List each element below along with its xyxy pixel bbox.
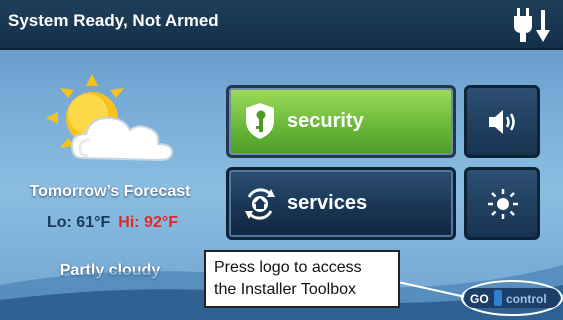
power-plug-arrow-icon: [514, 8, 550, 42]
brightness-sun-icon: [488, 189, 518, 219]
services-button-label: services: [287, 192, 368, 214]
temperature-range: Lo: 61°F Hi: 92°F: [10, 214, 215, 232]
panel-screen: System Ready, Not Armed Tomorrow’s Forec…: [0, 0, 563, 320]
status-bar: System Ready, Not Armed: [0, 0, 563, 50]
security-button-label: security: [287, 110, 364, 132]
low-temp: Lo: 61°F: [46, 214, 111, 231]
system-status: System Ready, Not Armed: [8, 11, 219, 30]
logo-text-go: GO: [470, 292, 489, 306]
security-button[interactable]: security: [226, 85, 456, 158]
shield-key-icon: [246, 103, 274, 139]
callout-line-2: the Installer Toolbox: [214, 281, 357, 298]
gocontrol-logo[interactable]: GO control: [464, 285, 560, 311]
services-button[interactable]: services: [226, 167, 456, 240]
logo-text-control: control: [506, 292, 547, 306]
volume-button[interactable]: [464, 85, 540, 158]
forecast-title: Tomorrow’s Forecast: [29, 183, 191, 200]
speaker-volume-icon: [489, 110, 515, 134]
home-cycle-icon: [245, 188, 275, 220]
installer-callout: Press logo to access the Installer Toolb…: [204, 250, 400, 308]
brightness-button[interactable]: [464, 167, 540, 240]
callout-line-1: Press logo to access: [214, 259, 362, 276]
partly-cloudy-icon: [46, 74, 174, 162]
high-temp: Hi: 92°F: [118, 214, 179, 231]
